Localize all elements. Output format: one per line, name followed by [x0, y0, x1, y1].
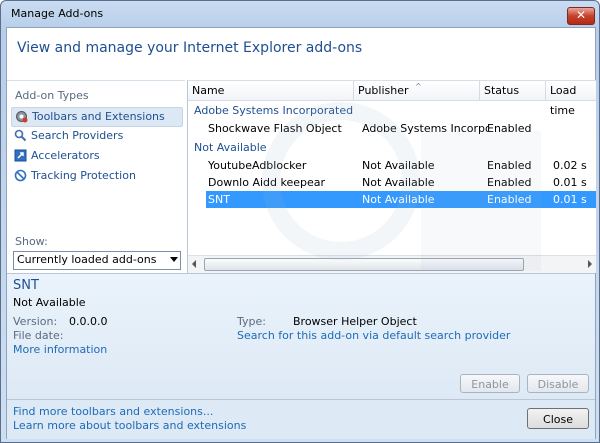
header-text: View and manage your Internet Explorer a… — [17, 40, 363, 56]
version-label: Version: — [13, 315, 58, 328]
nav-accelerators[interactable]: Accelerators — [11, 147, 181, 165]
cell-publisher: Not Available — [362, 193, 435, 206]
nav-tracking-protection[interactable]: Tracking Protection — [11, 167, 181, 185]
sort-arrow-icon: ^ — [415, 82, 422, 91]
cell-name: Downlo Aidd keepear — [208, 176, 326, 189]
scrollbar-thumb[interactable] — [204, 258, 524, 271]
column-header-label: Name — [192, 84, 225, 97]
cell-publisher: Not Available — [362, 176, 435, 189]
find-more-toolbars-link[interactable]: Find more toolbars and extensions... — [13, 405, 213, 418]
cell-name: SNT — [208, 193, 230, 206]
chevron-down-icon — [170, 257, 178, 262]
dialog-client-area: View and manage your Internet Explorer a… — [6, 27, 596, 439]
details-addon-name: SNT — [13, 278, 39, 293]
close-button[interactable]: Close — [527, 408, 589, 429]
cell-publisher: Adobe Systems Incorpor... — [362, 122, 488, 135]
details-pane: SNT Not Available Version: 0.0.0.0 File … — [7, 273, 595, 399]
addon-types-label: Add-on Types — [15, 89, 89, 102]
cell-name: YoutubeAdblocker — [208, 159, 307, 172]
nav-label: Toolbars and Extensions — [32, 110, 165, 123]
nav-label: Accelerators — [31, 149, 100, 162]
addons-list: Name Publisher Status Load time ^ Adobe … — [187, 80, 596, 273]
show-label: Show: — [15, 235, 48, 248]
column-header-status[interactable]: Status — [480, 81, 546, 101]
nav-label: Search Providers — [31, 129, 124, 142]
version-value: 0.0.0.0 — [69, 315, 108, 328]
cell-status: Enabled — [487, 176, 532, 189]
cell-name: Shockwave Flash Object — [208, 122, 342, 135]
cell-load-time: 0.01 s — [553, 193, 587, 206]
cell-load-time: 0.02 s — [553, 159, 587, 172]
block-icon — [14, 169, 27, 182]
column-header-label: Publisher — [358, 84, 409, 97]
column-header-label: Load time — [550, 84, 577, 117]
file-date-label: File date: — [13, 329, 64, 342]
cell-status: Enabled — [487, 122, 532, 135]
cell-status: Enabled — [487, 193, 532, 206]
cell-status: Enabled — [487, 159, 532, 172]
scroll-left-icon[interactable] — [192, 260, 196, 268]
title-bar[interactable]: Manage Add-ons ✕ — [1, 1, 599, 27]
column-header-label: Status — [484, 84, 520, 97]
cell-publisher: Not Available — [362, 159, 435, 172]
accelerator-icon — [14, 149, 27, 162]
learn-more-toolbars-link[interactable]: Learn more about toolbars and extensions — [13, 419, 246, 432]
table-row[interactable]: YoutubeAdblocker Not Available Enabled 0… — [206, 157, 596, 174]
table-row[interactable]: Downlo Aidd keepear Not Available Enable… — [206, 174, 596, 191]
search-addon-link[interactable]: Search for this add-on via default searc… — [237, 329, 510, 342]
search-icon — [14, 129, 27, 142]
type-label: Type: — [237, 315, 266, 328]
type-value: Browser Helper Object — [293, 315, 417, 328]
show-dropdown[interactable]: Currently loaded add-ons — [13, 251, 181, 270]
cell-load-time: 0.01 s — [553, 176, 587, 189]
column-header-load-time[interactable]: Load time — [546, 81, 596, 117]
show-dropdown-value: Currently loaded add-ons — [17, 253, 157, 266]
nav-search-providers[interactable]: Search Providers — [11, 127, 181, 145]
window-close-button[interactable]: ✕ — [567, 7, 595, 25]
table-row-selected[interactable]: SNT Not Available Enabled 0.01 s — [206, 191, 596, 208]
gear-icon — [16, 111, 28, 123]
manage-addons-window: Manage Add-ons ✕ View and manage your In… — [0, 0, 600, 443]
disable-button[interactable]: Disable — [527, 374, 589, 393]
nav-label: Tracking Protection — [31, 169, 136, 182]
horizontal-scrollbar[interactable] — [188, 255, 596, 273]
window-title: Manage Add-ons — [11, 7, 104, 20]
nav-toolbars-extensions[interactable]: Toolbars and Extensions — [11, 107, 183, 127]
more-information-link[interactable]: More information — [13, 343, 107, 356]
group-header: Adobe Systems Incorporated — [194, 104, 354, 117]
group-header: Not Available — [194, 141, 267, 154]
scroll-right-icon[interactable] — [588, 260, 592, 268]
dialog-footer: Find more toolbars and extensions... Lea… — [7, 399, 595, 439]
addon-types-pane: Add-on Types Toolbars and Extensions Sea… — [7, 80, 185, 273]
details-publisher: Not Available — [13, 296, 86, 309]
column-header-name[interactable]: Name — [188, 81, 354, 101]
enable-button[interactable]: Enable — [460, 374, 520, 393]
dialog-header: View and manage your Internet Explorer a… — [7, 28, 595, 80]
table-row[interactable]: Shockwave Flash Object Adobe Systems Inc… — [206, 120, 596, 137]
